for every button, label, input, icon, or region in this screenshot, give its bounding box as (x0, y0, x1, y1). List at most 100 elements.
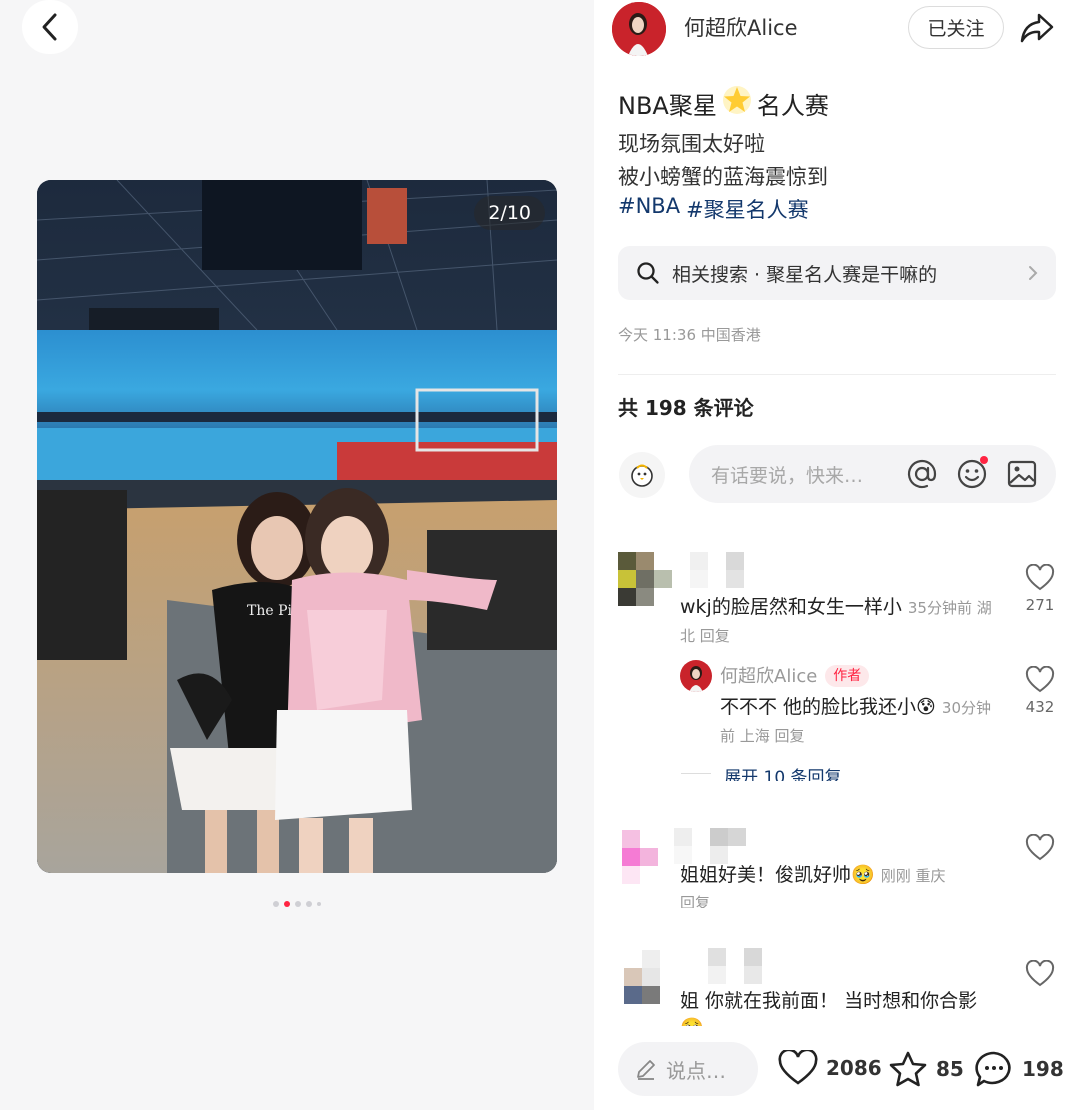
like-count: 432 (1025, 698, 1055, 716)
star-emoji (721, 84, 753, 122)
like-button[interactable]: 432 (1022, 665, 1058, 716)
desc-line: 被小螃蟹的蓝海震惊到 (618, 165, 828, 189)
author-name[interactable]: 何超欣Alice (684, 12, 798, 42)
carousel-dot-active[interactable] (284, 901, 290, 907)
glowing-star-icon (722, 86, 751, 114)
author-bar: 何超欣Alice 已关注 (594, 0, 1080, 56)
comment-text-block: 姐 你就在我前面！ 当时想和你合影🥹 (680, 988, 1000, 1026)
note-description: 现场氛围太好啦 被小螃蟹的蓝海震惊到 (618, 128, 828, 194)
comment-meta: 刚刚 重庆 (880, 867, 946, 885)
media-panel: The Pink 2/10 (0, 0, 594, 1110)
say-something-input[interactable]: 说点… (618, 1042, 758, 1096)
image-counter: 2/10 (474, 196, 545, 230)
back-button[interactable] (22, 0, 78, 54)
reply-text: 不不不 他的脸比我还小😰 (720, 696, 936, 718)
reply-link[interactable]: 回复 (680, 890, 1010, 908)
arena-photo-image: The Pink (37, 180, 557, 873)
note-photo[interactable]: The Pink 2/10 (37, 180, 557, 873)
reply-text-block: 不不不 他的脸比我还小😰 30分钟前 上海 回复 (720, 694, 1000, 750)
emoji-button[interactable] (954, 456, 990, 492)
heart-outline-icon (1025, 563, 1055, 591)
heart-outline-icon (1025, 833, 1055, 861)
chat-bubble-icon (975, 1051, 1011, 1087)
post-meta: 今天 11:36 中国香港 (618, 326, 761, 344)
chevron-left-icon (42, 13, 57, 41)
share-button[interactable] (1016, 8, 1058, 48)
comment-text-block: wkj的脸居然和女生一样小 35分钟前 湖北 回复 (680, 594, 1000, 650)
carousel-dots (0, 901, 594, 907)
collect-stat[interactable]: 85 (888, 1050, 964, 1088)
bottom-action-bar: 说点… 2086 85 198 (594, 1030, 1080, 1110)
like-total: 2086 (826, 1056, 882, 1080)
heart-outline-icon (1025, 665, 1055, 693)
author-avatar[interactable] (612, 2, 666, 56)
chick-icon (631, 464, 653, 487)
desc-line: 现场氛围太好啦 (618, 132, 765, 156)
expand-replies-label: 展开 10 条回复 (724, 768, 842, 781)
follow-button[interactable]: 已关注 (908, 6, 1004, 49)
reply-author-name-text[interactable]: 何超欣Alice (720, 666, 817, 687)
share-arrow-icon (1020, 13, 1054, 43)
note-tags: #NBA #聚星名人赛 (618, 194, 809, 224)
comment-text: 姐 你就在我前面！ 当时想和你合影🥹 (680, 990, 978, 1026)
star-outline-icon (889, 1051, 927, 1087)
comment-item: 姐 你就在我前面！ 当时想和你合影🥹 (618, 948, 1058, 1028)
composer-icons (904, 456, 1040, 492)
my-avatar (619, 452, 665, 498)
commenter-avatar[interactable] (618, 552, 674, 608)
image-button[interactable] (1004, 456, 1040, 492)
pixelated-username (708, 948, 780, 984)
carousel-dot[interactable] (295, 901, 301, 907)
comment-text-block: 姐姐好美！俊凯好帅🥹 刚刚 重庆 回复 (680, 862, 1010, 908)
pixelated-username (674, 828, 746, 864)
like-button[interactable] (1022, 833, 1058, 866)
expand-replies[interactable]: 展开 10 条回复 (681, 763, 881, 781)
comment-item: 姐姐好美！俊凯好帅🥹 刚刚 重庆 回复 (618, 828, 1058, 908)
notification-dot (980, 456, 988, 464)
related-search-text: 相关搜索 · 聚星名人赛是干嘛的 (672, 263, 938, 286)
avatar-image (612, 2, 666, 56)
comment-text: 姐姐好美！俊凯好帅🥹 (680, 864, 875, 886)
like-button[interactable]: 271 (1022, 563, 1058, 614)
divider (618, 374, 1056, 375)
pixelated-avatar (622, 830, 658, 884)
pixelated-avatar (624, 950, 660, 1004)
like-count: 271 (1025, 596, 1055, 614)
carousel-dot[interactable] (273, 901, 279, 907)
mention-button[interactable] (904, 456, 940, 492)
carousel-dot[interactable] (317, 902, 321, 906)
at-sign-icon (907, 459, 937, 489)
chevron-right-icon (1029, 266, 1038, 280)
expand-line (681, 773, 711, 774)
pencil-icon (637, 1060, 655, 1080)
like-button[interactable] (1022, 959, 1058, 992)
image-icon (1007, 460, 1037, 488)
like-stat[interactable]: 2086 (778, 1050, 882, 1086)
say-placeholder: 说点… (666, 1058, 726, 1083)
note-title: NBA聚星 名人赛 (618, 84, 829, 122)
pixelated-avatar (618, 552, 672, 606)
search-icon (637, 262, 659, 284)
carousel-dot[interactable] (306, 901, 312, 907)
comment-total: 198 (1022, 1057, 1064, 1081)
comment-text: wkj的脸居然和女生一样小 (680, 596, 902, 618)
note-title-text: 名人赛 (756, 91, 829, 120)
comment-item: wkj的脸居然和女生一样小 35分钟前 湖北 回复 271 (618, 552, 1058, 652)
heart-outline-icon (1025, 959, 1055, 987)
author-badge: 作者 (825, 665, 870, 687)
comments-header: 共 198 条评论 (618, 396, 754, 420)
reply-avatar[interactable] (680, 660, 712, 692)
note-title-text: NBA聚星 (618, 91, 717, 120)
avatar-image (689, 666, 703, 692)
reply-item: 何超欣Alice 作者 不不不 他的脸比我还小😰 30分钟前 上海 回复 432 (618, 660, 1058, 760)
related-search[interactable]: 相关搜索 · 聚星名人赛是干嘛的 (618, 246, 1056, 300)
tag-link[interactable]: #聚星名人赛 (686, 194, 809, 224)
comment-stat[interactable]: 198 (974, 1050, 1064, 1088)
pixelated-username (690, 552, 744, 588)
collect-total: 85 (936, 1057, 964, 1081)
tag-link[interactable]: #NBA (618, 194, 680, 224)
reply-author-name: 何超欣Alice 作者 (720, 662, 870, 688)
composer-placeholder[interactable]: 有话要说，快来… (711, 461, 904, 488)
comment-composer[interactable]: 有话要说，快来… (689, 445, 1056, 503)
heart-outline-icon (778, 1050, 818, 1085)
